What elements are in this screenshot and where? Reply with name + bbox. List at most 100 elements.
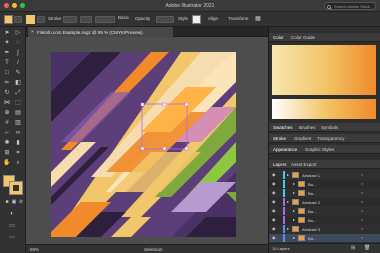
pencil-tool-icon[interactable]: ✏ (3, 80, 11, 87)
target-circle-icon[interactable]: ○ (361, 208, 363, 213)
zoom-level[interactable]: 55% (30, 247, 39, 252)
layer-row[interactable]: ◉ ▸ Ba... ○ (269, 234, 380, 242)
zoom-tool-icon[interactable]: ⌕ (14, 160, 22, 167)
tab-swatches[interactable]: Swatches (273, 125, 293, 130)
hand-tool-icon[interactable]: ✋ (3, 160, 11, 167)
none-mode-icon[interactable]: ⊘ (17, 199, 25, 206)
transform-label[interactable]: Transform (228, 16, 248, 21)
tab-symbols[interactable]: Symbols (321, 125, 338, 130)
edit-toolbar-icon[interactable]: ⋯ (8, 235, 16, 242)
magic-wand-tool-icon[interactable]: ✦ (3, 40, 11, 47)
delete-layer-icon[interactable]: 🗑 (364, 245, 370, 251)
expand-arrow-icon[interactable]: ▸ (287, 199, 289, 204)
free-transform-tool-icon[interactable]: ⬚ (14, 100, 22, 107)
blend-tool-icon[interactable]: ∞ (14, 130, 22, 137)
stroke-swatch[interactable] (26, 15, 35, 24)
new-layer-icon[interactable]: ⊞ (351, 245, 355, 251)
selection-tool-icon[interactable]: ➤ (3, 30, 11, 37)
draw-mode-icon[interactable]: ◐ (8, 211, 16, 218)
brush-definition-dropdown[interactable] (95, 16, 115, 23)
target-circle-icon[interactable]: ○ (361, 226, 363, 231)
visibility-eye-icon[interactable]: ◉ (272, 208, 276, 213)
screen-mode-icon[interactable]: ▭ (8, 223, 16, 230)
target-circle-icon[interactable]: ○ (361, 190, 363, 195)
tab-stroke[interactable]: Stroke (273, 136, 286, 141)
gradient-tool-icon[interactable]: ▥ (14, 120, 22, 127)
target-circle-icon[interactable]: ○ (361, 181, 363, 186)
artboard-tool-icon[interactable]: ⊞ (3, 150, 11, 157)
rotate-tool-icon[interactable]: ↻ (3, 90, 11, 97)
expand-arrow-icon[interactable]: ▸ (293, 190, 295, 195)
fill-dropdown[interactable] (14, 16, 22, 23)
align-label[interactable]: Align (208, 16, 218, 21)
curvature-tool-icon[interactable]: ∫ (14, 50, 22, 57)
tab-color-guide[interactable]: Color Guide (291, 35, 315, 40)
expand-arrow-icon[interactable]: ▸ (287, 226, 289, 231)
stroke-color-box[interactable] (9, 181, 23, 195)
style-swatch[interactable] (192, 15, 201, 24)
canvas-area[interactable] (26, 37, 268, 244)
line-tool-icon[interactable]: / (14, 60, 22, 67)
visibility-eye-icon[interactable]: ◉ (272, 172, 276, 177)
shape-builder-tool-icon[interactable]: ⊕ (3, 110, 11, 117)
expand-arrow-icon[interactable]: ▸ (293, 181, 295, 186)
target-circle-icon[interactable]: ○ (361, 217, 363, 222)
tab-gradient[interactable]: Gradient (294, 136, 311, 141)
layer-row[interactable]: ◉ ▸ Abstract 1 ○ (269, 171, 380, 179)
layer-row[interactable]: ◉ ▸ Ba... ○ (269, 207, 380, 215)
visibility-eye-icon[interactable]: ◉ (272, 235, 276, 240)
color-ramp-swatch[interactable] (272, 45, 376, 95)
symbol-sprayer-tool-icon[interactable]: ✺ (3, 140, 11, 147)
direct-selection-tool-icon[interactable]: ▷ (14, 30, 22, 37)
visibility-eye-icon[interactable]: ◉ (272, 199, 276, 204)
visibility-eye-icon[interactable]: ◉ (272, 217, 276, 222)
layer-row[interactable]: ◉ ▸ Ba... ○ (269, 180, 380, 188)
stroke-weight-field[interactable] (63, 16, 77, 23)
opacity-label[interactable]: Opacity (135, 16, 150, 21)
type-tool-icon[interactable]: T (3, 60, 11, 67)
column-graph-tool-icon[interactable]: ▮ (14, 140, 22, 147)
width-tool-icon[interactable]: ⋈ (3, 100, 11, 107)
target-circle-icon[interactable]: ○ (361, 235, 363, 240)
expand-arrow-icon[interactable]: ▸ (287, 172, 289, 177)
layer-row[interactable]: ◉ ▸ Abstract 3 ○ (269, 225, 380, 233)
tab-asset-export[interactable]: Asset Export (291, 162, 317, 167)
visibility-eye-icon[interactable]: ◉ (272, 181, 276, 186)
stroke-dropdown[interactable] (37, 16, 45, 23)
target-circle-icon[interactable]: ○ (361, 199, 363, 204)
tab-brushes[interactable]: Brushes (299, 125, 316, 130)
tab-transparency[interactable]: Transparency (317, 136, 344, 141)
tab-color[interactable]: Color (273, 35, 284, 40)
paintbrush-tool-icon[interactable]: ✎ (14, 70, 22, 77)
fill-swatch[interactable] (4, 15, 13, 24)
grid-icon[interactable]: ▦ (254, 16, 262, 23)
expand-arrow-icon[interactable]: ▸ (293, 217, 295, 222)
expand-arrow-icon[interactable]: ▸ (293, 235, 295, 240)
variable-width-dropdown[interactable] (80, 16, 92, 23)
artwork[interactable] (51, 52, 236, 237)
target-circle-icon[interactable]: ○ (361, 172, 363, 177)
perspective-grid-tool-icon[interactable]: ▤ (14, 110, 22, 117)
close-tab-icon[interactable]: × (31, 29, 34, 34)
rectangle-tool-icon[interactable]: □ (3, 70, 11, 77)
eraser-tool-icon[interactable]: ◧ (14, 80, 22, 87)
scale-tool-icon[interactable]: ⤢ (14, 90, 22, 97)
tab-graphic-styles[interactable]: Graphic Styles (305, 147, 334, 152)
layer-row[interactable]: ◉ ▸ Ba... ○ (269, 216, 380, 224)
tab-layers[interactable]: Layers (273, 162, 287, 167)
eyedropper-tool-icon[interactable]: ⌐ (3, 130, 11, 137)
visibility-eye-icon[interactable]: ◉ (272, 190, 276, 195)
layer-row[interactable]: ◉ ▸ Abstract 2 ○ (269, 198, 380, 206)
mesh-tool-icon[interactable]: # (3, 120, 11, 127)
stock-search-input[interactable]: Search Adobe Stock (324, 2, 376, 10)
color-spectrum-bar[interactable] (272, 99, 376, 119)
document-tab[interactable]: × Filetofo.com Example.svgz @ 55 % (CMYK… (28, 27, 173, 37)
lasso-tool-icon[interactable]: ◌ (14, 40, 22, 47)
visibility-eye-icon[interactable]: ◉ (272, 226, 276, 231)
opacity-field[interactable] (156, 16, 174, 23)
layer-row[interactable]: ◉ ▸ Ba... ○ (269, 189, 380, 197)
expand-arrow-icon[interactable]: ▸ (293, 208, 295, 213)
pen-tool-icon[interactable]: ✒ (3, 50, 11, 57)
slice-tool-icon[interactable]: ⌗ (14, 150, 22, 157)
tab-appearance[interactable]: Appearance (273, 147, 297, 152)
